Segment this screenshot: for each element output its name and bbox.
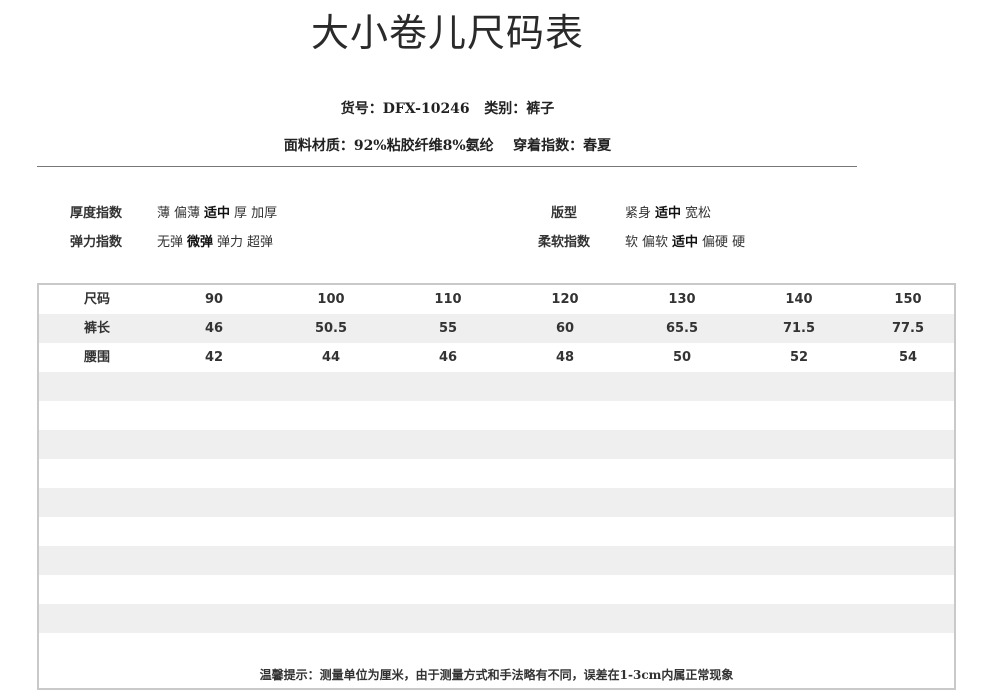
- table-cell: 140: [785, 292, 813, 307]
- row-header-cell: 尺码: [83, 292, 111, 307]
- table-cell: 71.5: [782, 321, 816, 336]
- material-info-line: 面料材质：92%粘胶纤维8%氨纶 穿着指数：春夏: [283, 138, 612, 154]
- attribute-option: 硬: [732, 235, 746, 250]
- table-cell: 52: [789, 350, 809, 365]
- table-cell: 55: [438, 321, 458, 336]
- attribute-label: 厚度指数: [70, 206, 123, 221]
- attribute-option: 偏硬: [702, 235, 729, 250]
- table-row: 裤长 46 50.5 55 60 65.5 71.5 77.5: [39, 314, 954, 343]
- table-cell: 65.5: [665, 321, 699, 336]
- table-row: [39, 546, 954, 575]
- table-cell: 100: [317, 292, 345, 307]
- attribute-options: 无弹 微弹 弹力 超弹: [157, 231, 277, 250]
- table-row: 尺码 90 100 110 120 130 140 150: [39, 285, 954, 314]
- table-row: [39, 459, 954, 488]
- attribute-option: 偏软: [642, 235, 669, 250]
- attribute-option: 紧身: [625, 206, 652, 221]
- measurement-note: 温馨提示：测量单位为厘米，由于测量方式和手法略有不同，误差在1-3cm内属正常现…: [259, 668, 734, 682]
- attribute-option: 薄: [157, 206, 171, 221]
- attribute-option: 宽松: [685, 206, 712, 221]
- table-row: [39, 401, 954, 430]
- page-title: 大小卷儿尺码表: [310, 11, 584, 55]
- table-row: 腰围 42 44 46 48 50 52 54: [39, 343, 954, 372]
- table-row: [39, 633, 954, 662]
- table-cell: 130: [668, 292, 696, 307]
- table-row: [39, 488, 954, 517]
- size-table: 尺码 90 100 110 120 130 140 150 裤长 46 50.5 55 60 65.5 71…: [37, 283, 956, 690]
- table-cell: 48: [555, 350, 575, 365]
- table-cell: 42: [204, 350, 224, 365]
- attribute-label: 柔软指数: [538, 235, 591, 250]
- table-cell: 50.5: [314, 321, 348, 336]
- product-info-line: 货号：DFX-10246 类别：裤子: [340, 101, 555, 117]
- table-cell: 120: [551, 292, 579, 307]
- attribute-option: 超弹: [247, 235, 274, 250]
- attribute-option: 无弹: [157, 235, 184, 250]
- table-cell: 110: [434, 292, 462, 307]
- row-header-cell: 腰围: [83, 350, 111, 365]
- table-row: [39, 575, 954, 604]
- attribute-option: 厚: [234, 206, 248, 221]
- table-cell: 60: [555, 321, 575, 336]
- table-cell: 50: [672, 350, 692, 365]
- table-cell: 44: [321, 350, 341, 365]
- divider: [37, 166, 857, 167]
- attribute-options: 软偏软 适中 偏硬硬: [625, 231, 749, 250]
- row-header-cell: 裤长: [83, 321, 111, 336]
- table-cell: 77.5: [891, 321, 925, 336]
- attribute-option-selected: 适中: [204, 206, 231, 221]
- attribute-options: 薄偏薄 适中厚加厚: [157, 202, 281, 221]
- attribute-option: 弹力: [217, 235, 244, 250]
- table-cell: 46: [438, 350, 458, 365]
- attribute-option: 加厚: [251, 206, 278, 221]
- table-row: [39, 430, 954, 459]
- attribute-label: 版型: [551, 206, 578, 221]
- table-row: [39, 604, 954, 633]
- table-row: [39, 517, 954, 546]
- attribute-option-selected: 微弹: [187, 235, 214, 250]
- attribute-label: 弹力指数: [70, 235, 123, 250]
- attribute-option-selected: 适中: [655, 206, 682, 221]
- table-row: [39, 372, 954, 401]
- table-cell: 54: [898, 350, 918, 365]
- attribute-option: 软: [625, 235, 639, 250]
- attribute-option: 偏薄: [174, 206, 201, 221]
- table-cell: 150: [894, 292, 922, 307]
- table-cell: 46: [204, 321, 224, 336]
- table-cell: 90: [204, 292, 224, 307]
- attribute-option-selected: 适中: [672, 235, 699, 250]
- attribute-options: 紧身 适中 宽松: [625, 202, 715, 221]
